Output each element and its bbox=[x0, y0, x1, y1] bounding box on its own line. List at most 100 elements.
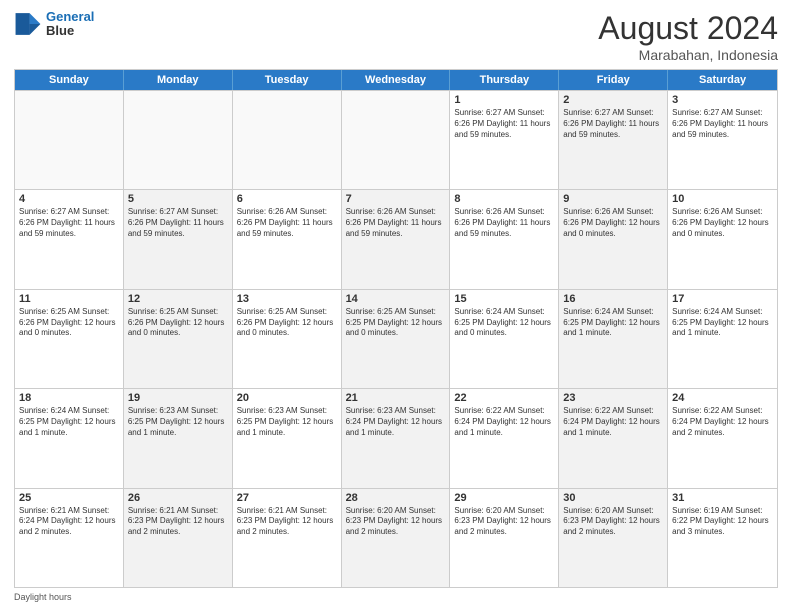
day-cell-5: 5 Sunrise: 6:27 AM Sunset: 6:26 PM Daylig… bbox=[124, 190, 233, 288]
day-number: 16 bbox=[563, 293, 663, 305]
day-number: 18 bbox=[19, 392, 119, 404]
day-info: Sunrise: 6:22 AM Sunset: 6:24 PM Dayligh… bbox=[672, 406, 773, 438]
calendar-row-5: 25 Sunrise: 6:21 AM Sunset: 6:24 PM Dayli… bbox=[15, 488, 777, 587]
day-cell-24: 24 Sunrise: 6:22 AM Sunset: 6:24 PM Dayli… bbox=[668, 389, 777, 487]
day-cell-9: 9 Sunrise: 6:26 AM Sunset: 6:26 PM Daylig… bbox=[559, 190, 668, 288]
header: General Blue August 2024 Marabahan, Indo… bbox=[14, 10, 778, 63]
calendar-row-1: 1 Sunrise: 6:27 AM Sunset: 6:26 PM Daylig… bbox=[15, 90, 777, 189]
day-cell-8: 8 Sunrise: 6:26 AM Sunset: 6:26 PM Daylig… bbox=[450, 190, 559, 288]
logo-text: General Blue bbox=[46, 10, 94, 39]
day-cell-28: 28Sunrise: 6:20 AM Sunset: 6:23 PM Dayli… bbox=[342, 489, 451, 587]
logo-line1: General bbox=[46, 9, 94, 24]
day-cell-11: 11 Sunrise: 6:25 AM Sunset: 6:26 PM Dayli… bbox=[15, 290, 124, 388]
day-number: 8 bbox=[454, 193, 554, 205]
footer: Daylight hours bbox=[14, 592, 778, 602]
day-info: Sunrise: 6:21 AM Sunset: 6:24 PM Dayligh… bbox=[19, 506, 119, 538]
day-cell-19: 19Sunrise: 6:23 AM Sunset: 6:25 PM Dayli… bbox=[124, 389, 233, 487]
day-info: Sunrise: 6:21 AM Sunset: 6:23 PM Dayligh… bbox=[128, 506, 228, 538]
calendar: SundayMondayTuesdayWednesdayThursdayFrid… bbox=[14, 69, 778, 588]
day-info: Sunrise: 6:25 AM Sunset: 6:26 PM Dayligh… bbox=[237, 307, 337, 339]
calendar-header: SundayMondayTuesdayWednesdayThursdayFrid… bbox=[15, 70, 777, 90]
day-number: 5 bbox=[128, 193, 228, 205]
day-number: 29 bbox=[454, 492, 554, 504]
empty-cell bbox=[342, 91, 451, 189]
day-cell-30: 30Sunrise: 6:20 AM Sunset: 6:23 PM Dayli… bbox=[559, 489, 668, 587]
logo: General Blue bbox=[14, 10, 94, 39]
day-cell-31: 31 Sunrise: 6:19 AM Sunset: 6:22 PM Dayli… bbox=[668, 489, 777, 587]
day-info: Sunrise: 6:26 AM Sunset: 6:26 PM Dayligh… bbox=[237, 207, 337, 239]
day-info: Sunrise: 6:20 AM Sunset: 6:23 PM Dayligh… bbox=[346, 506, 446, 538]
day-number: 6 bbox=[237, 193, 337, 205]
header-day-thursday: Thursday bbox=[450, 70, 559, 90]
day-info: Sunrise: 6:25 AM Sunset: 6:26 PM Dayligh… bbox=[128, 307, 228, 339]
day-cell-3: 3Sunrise: 6:27 AM Sunset: 6:26 PM Daylig… bbox=[668, 91, 777, 189]
day-number: 1 bbox=[454, 94, 554, 106]
day-number: 23 bbox=[563, 392, 663, 404]
empty-cell bbox=[233, 91, 342, 189]
day-info: Sunrise: 6:26 AM Sunset: 6:26 PM Dayligh… bbox=[563, 207, 663, 239]
day-cell-10: 10 Sunrise: 6:26 AM Sunset: 6:26 PM Dayli… bbox=[668, 190, 777, 288]
day-number: 20 bbox=[237, 392, 337, 404]
day-number: 15 bbox=[454, 293, 554, 305]
day-info: Sunrise: 6:27 AM Sunset: 6:26 PM Dayligh… bbox=[454, 108, 554, 140]
day-number: 4 bbox=[19, 193, 119, 205]
day-cell-2: 2 Sunrise: 6:27 AM Sunset: 6:26 PM Daylig… bbox=[559, 91, 668, 189]
day-cell-22: 22 Sunrise: 6:22 AM Sunset: 6:24 PM Dayli… bbox=[450, 389, 559, 487]
calendar-row-2: 4 Sunrise: 6:27 AM Sunset: 6:26 PM Daylig… bbox=[15, 189, 777, 288]
day-number: 22 bbox=[454, 392, 554, 404]
day-cell-23: 23Sunrise: 6:22 AM Sunset: 6:24 PM Dayli… bbox=[559, 389, 668, 487]
day-info: Sunrise: 6:19 AM Sunset: 6:22 PM Dayligh… bbox=[672, 506, 773, 538]
day-info: Sunrise: 6:23 AM Sunset: 6:24 PM Dayligh… bbox=[346, 406, 446, 438]
day-cell-29: 29Sunrise: 6:20 AM Sunset: 6:23 PM Dayli… bbox=[450, 489, 559, 587]
day-cell-20: 20Sunrise: 6:23 AM Sunset: 6:25 PM Dayli… bbox=[233, 389, 342, 487]
day-number: 17 bbox=[672, 293, 773, 305]
day-number: 2 bbox=[563, 94, 663, 106]
day-cell-6: 6 Sunrise: 6:26 AM Sunset: 6:26 PM Daylig… bbox=[233, 190, 342, 288]
day-cell-14: 14 Sunrise: 6:25 AM Sunset: 6:25 PM Dayli… bbox=[342, 290, 451, 388]
header-day-monday: Monday bbox=[124, 70, 233, 90]
day-info: Sunrise: 6:27 AM Sunset: 6:26 PM Dayligh… bbox=[563, 108, 663, 140]
title-block: August 2024 Marabahan, Indonesia bbox=[598, 10, 778, 63]
day-info: Sunrise: 6:26 AM Sunset: 6:26 PM Dayligh… bbox=[454, 207, 554, 239]
day-number: 31 bbox=[672, 492, 773, 504]
day-number: 9 bbox=[563, 193, 663, 205]
day-info: Sunrise: 6:27 AM Sunset: 6:26 PM Dayligh… bbox=[672, 108, 773, 140]
day-info: Sunrise: 6:25 AM Sunset: 6:26 PM Dayligh… bbox=[19, 307, 119, 339]
day-cell-25: 25 Sunrise: 6:21 AM Sunset: 6:24 PM Dayli… bbox=[15, 489, 124, 587]
day-cell-12: 12 Sunrise: 6:25 AM Sunset: 6:26 PM Dayli… bbox=[124, 290, 233, 388]
day-info: Sunrise: 6:21 AM Sunset: 6:23 PM Dayligh… bbox=[237, 506, 337, 538]
day-number: 11 bbox=[19, 293, 119, 305]
logo-icon bbox=[14, 10, 42, 38]
day-cell-15: 15 Sunrise: 6:24 AM Sunset: 6:25 PM Dayli… bbox=[450, 290, 559, 388]
day-cell-13: 13Sunrise: 6:25 AM Sunset: 6:26 PM Dayli… bbox=[233, 290, 342, 388]
day-number: 30 bbox=[563, 492, 663, 504]
day-number: 25 bbox=[19, 492, 119, 504]
day-cell-21: 21Sunrise: 6:23 AM Sunset: 6:24 PM Dayli… bbox=[342, 389, 451, 487]
calendar-body: 1 Sunrise: 6:27 AM Sunset: 6:26 PM Daylig… bbox=[15, 90, 777, 587]
day-info: Sunrise: 6:27 AM Sunset: 6:26 PM Dayligh… bbox=[128, 207, 228, 239]
footer-text: Daylight hours bbox=[14, 592, 72, 602]
day-info: Sunrise: 6:27 AM Sunset: 6:26 PM Dayligh… bbox=[19, 207, 119, 239]
header-day-wednesday: Wednesday bbox=[342, 70, 451, 90]
day-number: 10 bbox=[672, 193, 773, 205]
day-info: Sunrise: 6:22 AM Sunset: 6:24 PM Dayligh… bbox=[454, 406, 554, 438]
day-info: Sunrise: 6:24 AM Sunset: 6:25 PM Dayligh… bbox=[563, 307, 663, 339]
day-info: Sunrise: 6:24 AM Sunset: 6:25 PM Dayligh… bbox=[672, 307, 773, 339]
day-number: 26 bbox=[128, 492, 228, 504]
day-number: 14 bbox=[346, 293, 446, 305]
day-cell-18: 18Sunrise: 6:24 AM Sunset: 6:25 PM Dayli… bbox=[15, 389, 124, 487]
day-info: Sunrise: 6:26 AM Sunset: 6:26 PM Dayligh… bbox=[672, 207, 773, 239]
header-day-saturday: Saturday bbox=[668, 70, 777, 90]
day-info: Sunrise: 6:25 AM Sunset: 6:25 PM Dayligh… bbox=[346, 307, 446, 339]
day-number: 24 bbox=[672, 392, 773, 404]
calendar-row-3: 11 Sunrise: 6:25 AM Sunset: 6:26 PM Dayli… bbox=[15, 289, 777, 388]
header-day-sunday: Sunday bbox=[15, 70, 124, 90]
day-cell-27: 27Sunrise: 6:21 AM Sunset: 6:23 PM Dayli… bbox=[233, 489, 342, 587]
empty-cell bbox=[15, 91, 124, 189]
day-cell-7: 7Sunrise: 6:26 AM Sunset: 6:26 PM Daylig… bbox=[342, 190, 451, 288]
logo-line2: Blue bbox=[46, 23, 74, 38]
day-info: Sunrise: 6:24 AM Sunset: 6:25 PM Dayligh… bbox=[454, 307, 554, 339]
month-title: August 2024 bbox=[598, 10, 778, 47]
subtitle: Marabahan, Indonesia bbox=[598, 47, 778, 63]
day-number: 12 bbox=[128, 293, 228, 305]
